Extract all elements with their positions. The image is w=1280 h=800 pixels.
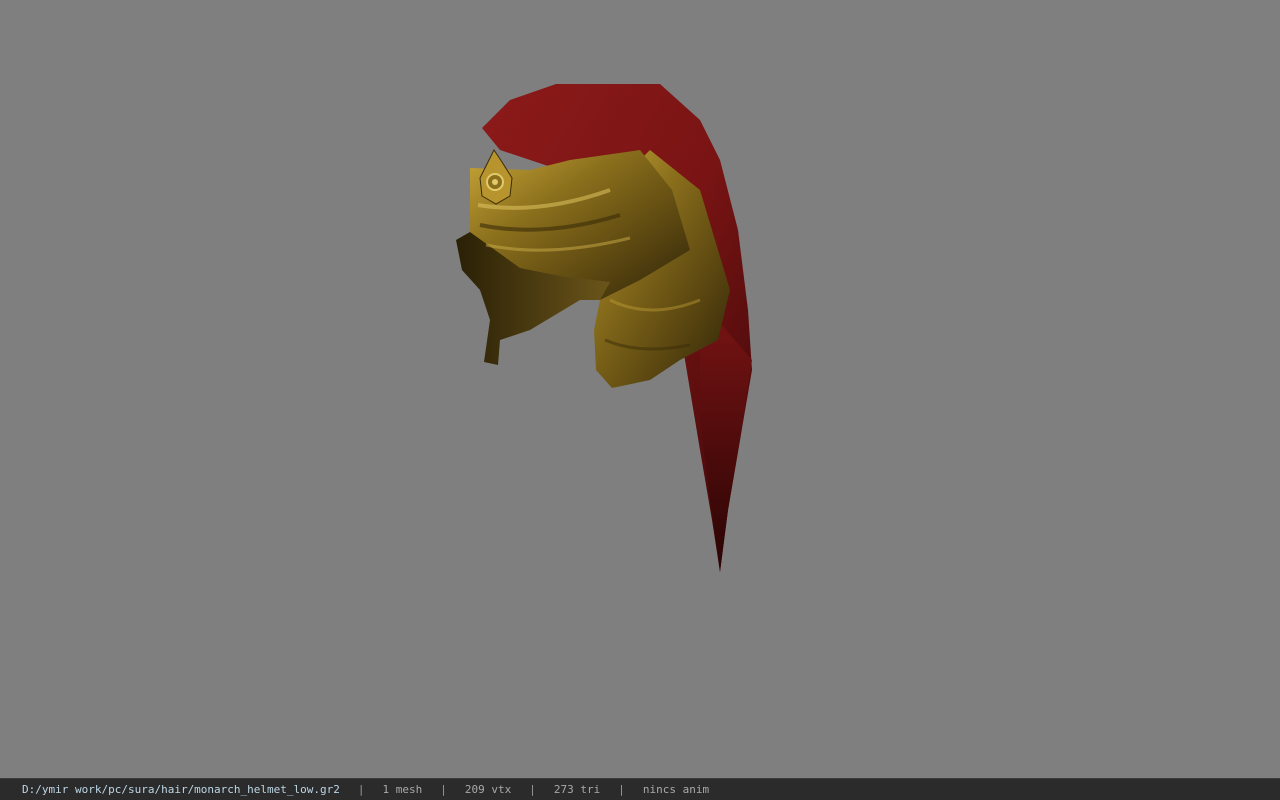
status-mesh-count: 1 mesh [382, 783, 423, 796]
status-separator: | [440, 783, 447, 796]
status-file-path: D:/ymir work/pc/sura/hair/monarch_helmet… [22, 783, 340, 796]
status-separator: | [618, 783, 625, 796]
status-vertex-count: 209 vtx [464, 783, 512, 796]
3d-viewport[interactable] [0, 0, 1280, 778]
status-anim-info: nincs anim [642, 783, 710, 796]
status-bar: D:/ymir work/pc/sura/hair/monarch_helmet… [0, 778, 1280, 800]
status-triangle-count: 273 tri [553, 783, 601, 796]
status-separator: | [357, 783, 365, 796]
status-separator: | [529, 783, 536, 796]
helmet-model [456, 84, 752, 572]
